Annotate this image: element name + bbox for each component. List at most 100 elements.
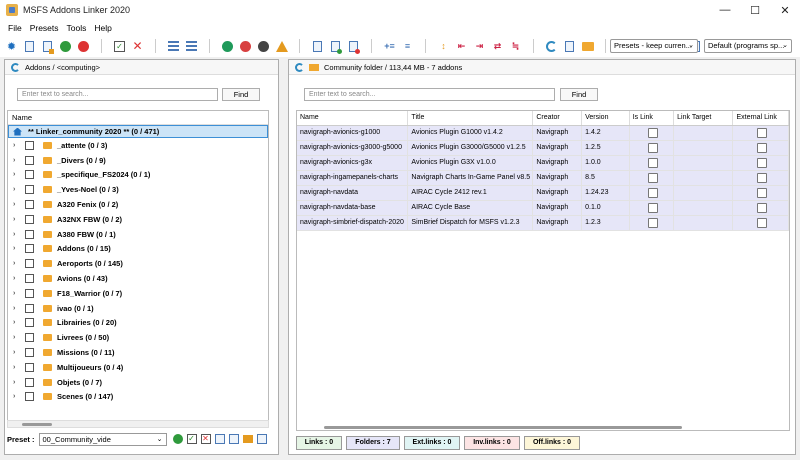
refresh-icon[interactable] (295, 62, 304, 72)
chevron-right-icon[interactable]: › (13, 216, 25, 223)
external-link-checkbox[interactable] (757, 217, 768, 228)
export-preset-icon[interactable] (242, 433, 254, 445)
tree-folder-item[interactable]: › A32NX FBW (0 / 2) (8, 212, 268, 227)
chevron-right-icon[interactable]: › (13, 319, 25, 326)
disable-dark-icon[interactable] (256, 39, 271, 54)
refresh-icon[interactable] (544, 39, 559, 54)
expand-all-icon[interactable]: +≡ (382, 39, 397, 54)
tree-folder-item[interactable]: › Multijoueurs (0 / 4) (8, 360, 268, 375)
uncheck-preset-icon[interactable]: ✕ (200, 433, 212, 445)
chevron-right-icon[interactable]: › (13, 275, 25, 282)
folder-checkbox[interactable] (25, 229, 34, 239)
table-row[interactable]: navigraph-avionics-g1000 Avionics Plugin … (297, 125, 789, 141)
tree-folder-item[interactable]: › A320 Fenix (0 / 2) (8, 197, 268, 212)
external-link-checkbox[interactable] (757, 127, 768, 138)
column-creator[interactable]: Creator (532, 111, 583, 126)
folder-checkbox[interactable] (25, 333, 34, 343)
chevron-right-icon[interactable]: › (13, 260, 25, 267)
preset-select[interactable]: 00_Community_vide ⌄ (38, 432, 167, 446)
folder-checkbox[interactable] (25, 259, 34, 269)
tree-folder-item[interactable]: › Livrees (0 / 50) (8, 330, 268, 345)
tree-folder-item[interactable]: › _Divers (0 / 9) (8, 153, 268, 168)
move-left-icon[interactable]: ⇤ (454, 39, 469, 54)
column-external-link[interactable]: External Link (732, 111, 789, 126)
chevron-right-icon[interactable]: › (13, 379, 25, 386)
folder-checkbox[interactable] (25, 170, 34, 180)
folder-checkbox[interactable] (25, 288, 34, 298)
settings-icon[interactable]: ✹ (4, 39, 19, 54)
folder-checkbox[interactable] (25, 140, 34, 150)
table-row[interactable]: navigraph-navdata-base AIRAC Cycle Base Na… (297, 200, 789, 216)
tree-folder-item[interactable]: › Addons (0 / 15) (8, 242, 268, 257)
is-link-checkbox[interactable] (647, 217, 658, 228)
tree-folder-item[interactable]: › _attente (0 / 3) (8, 138, 268, 153)
copy-document-icon[interactable] (40, 39, 55, 54)
column-name[interactable]: Name (297, 111, 409, 126)
external-link-checkbox[interactable] (757, 142, 768, 153)
table-row[interactable]: navigraph-avionics-g3000-g5000 Avionics P… (297, 140, 789, 156)
maximize-button[interactable]: ☐ (740, 0, 770, 20)
warning-icon[interactable] (274, 39, 289, 54)
swap-icon[interactable]: ⇄ (490, 39, 505, 54)
filter-icon[interactable]: ≒ (508, 39, 523, 54)
tree-folder-item[interactable]: › A380 FBW (0 / 1) (8, 227, 268, 242)
new-document-icon[interactable] (22, 39, 37, 54)
chevron-right-icon[interactable]: › (13, 201, 25, 208)
table-row[interactable]: navigraph-ingamepanels-charts Navigraph C… (297, 170, 789, 186)
external-link-checkbox[interactable] (757, 187, 768, 198)
copy-icon[interactable] (562, 39, 577, 54)
uncheck-all-icon[interactable]: ✕ (130, 39, 145, 54)
tree-folder-item[interactable]: › _specifique_FS2024 (0 / 1) (8, 168, 268, 183)
tree-horizontal-scrollbar[interactable] (7, 420, 269, 428)
is-link-checkbox[interactable] (647, 157, 658, 168)
is-link-checkbox[interactable] (647, 202, 658, 213)
menu-tools[interactable]: Tools (63, 23, 91, 33)
folder-checkbox[interactable] (25, 185, 34, 195)
chevron-right-icon[interactable]: › (13, 364, 25, 371)
folder-checkbox[interactable] (25, 318, 34, 328)
community-search-input[interactable]: Enter text to search... (304, 88, 555, 101)
folder-checkbox[interactable] (25, 348, 34, 358)
refresh-icon[interactable] (11, 62, 20, 72)
menu-help[interactable]: Help (90, 23, 115, 33)
chevron-right-icon[interactable]: › (13, 157, 25, 164)
folder-checkbox[interactable] (25, 244, 34, 254)
link-remove-icon[interactable] (346, 39, 361, 54)
column-link-target[interactable]: Link Target (673, 111, 734, 126)
tree-folder-item[interactable]: › Avions (0 / 43) (8, 271, 268, 286)
edit-preset-icon[interactable] (256, 433, 268, 445)
check-all-icon[interactable]: ✓ (112, 39, 127, 54)
community-find-button[interactable]: Find (560, 88, 598, 101)
folder-checkbox[interactable] (25, 392, 34, 402)
tree-folder-item[interactable]: › Missions (0 / 11) (8, 345, 268, 360)
tree-folder-item[interactable]: › _Yves-Noel (0 / 3) (8, 182, 268, 197)
add-list-icon[interactable] (166, 39, 181, 54)
tree-root-item[interactable]: ** Linker_community 2020 ** (0 / 471) (8, 125, 268, 138)
check-preset-icon[interactable]: ✓ (186, 433, 198, 445)
activate-green-icon[interactable] (220, 39, 235, 54)
tree-folder-item[interactable]: › ivao (0 / 1) (8, 301, 268, 316)
chevron-right-icon[interactable]: › (13, 142, 25, 149)
chevron-right-icon[interactable]: › (13, 349, 25, 356)
folder-checkbox[interactable] (25, 362, 34, 372)
chevron-right-icon[interactable]: › (13, 334, 25, 341)
folder-checkbox[interactable] (25, 274, 34, 284)
tree-folder-item[interactable]: › F18_Warrior (0 / 7) (8, 286, 268, 301)
column-title[interactable]: Title (407, 111, 534, 126)
external-link-checkbox[interactable] (757, 157, 768, 168)
chevron-right-icon[interactable]: › (13, 245, 25, 252)
column-version[interactable]: Version (581, 111, 630, 126)
chevron-right-icon[interactable]: › (13, 186, 25, 193)
addons-search-input[interactable]: Enter text to search... (17, 88, 218, 101)
chevron-right-icon[interactable]: › (13, 290, 25, 297)
validate-icon[interactable] (58, 39, 73, 54)
column-is-link[interactable]: Is Link (629, 111, 675, 126)
link-document-icon[interactable] (310, 39, 325, 54)
table-row[interactable]: navigraph-navdata AIRAC Cycle 2412 rev.1 N… (297, 185, 789, 201)
table-row[interactable]: navigraph-simbrief-dispatch-2020 SimBrief… (297, 215, 789, 231)
link-add-icon[interactable] (328, 39, 343, 54)
scrollbar-thumb[interactable] (22, 423, 52, 426)
delete-icon[interactable] (76, 39, 91, 54)
chevron-right-icon[interactable]: › (13, 171, 25, 178)
tree-column-name[interactable]: Name (8, 111, 268, 125)
